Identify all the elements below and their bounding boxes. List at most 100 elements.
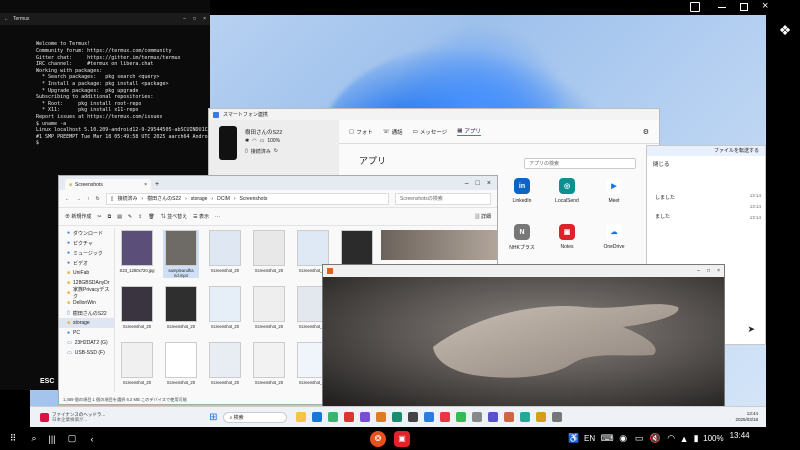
taskbar-app-icon[interactable] — [360, 412, 371, 422]
minimize-icon[interactable]: – — [697, 268, 700, 274]
maximize-icon[interactable]: □ — [707, 268, 710, 274]
refresh-icon[interactable]: ↻ — [96, 196, 100, 202]
wifi-icon[interactable]: ◠ — [665, 433, 677, 444]
minimize-icon[interactable]: – — [465, 180, 469, 187]
send-icon[interactable]: ➤ — [747, 324, 755, 335]
sidebar-item[interactable]: ● ピクチャ — [59, 238, 114, 248]
settings-icon[interactable]: ⚙ — [643, 128, 649, 136]
close-icon[interactable]: × — [144, 182, 147, 188]
sidebar-item[interactable]: ▯ 樹田さんのS22 — [59, 308, 114, 318]
copy-icon[interactable]: ⧉ — [108, 214, 112, 220]
app-tile[interactable]: in LinkedIn — [504, 178, 540, 204]
more-icon[interactable]: ··· — [215, 214, 220, 220]
share-icon[interactable]: ⇪ — [138, 214, 142, 220]
rename-icon[interactable]: ✎ — [128, 214, 132, 220]
taskbar-search-input[interactable]: ⌕ 検索 — [223, 411, 288, 423]
chat-close-label[interactable]: 閉じる — [647, 156, 765, 172]
taskbar-app-icon[interactable] — [296, 412, 307, 422]
file-item[interactable]: Screenshot_20 — [251, 342, 287, 385]
taskbar-app-icon[interactable] — [424, 412, 435, 422]
back-icon[interactable]: ← — [65, 196, 70, 202]
delete-icon[interactable]: 🗑 — [148, 214, 154, 220]
sidebar-item[interactable]: ■ UniFab — [59, 268, 114, 278]
taskbar-app-icon[interactable] — [504, 412, 515, 422]
app-tile[interactable]: ☁ OneDrive — [596, 224, 632, 250]
clock[interactable]: 13:44 — [730, 431, 750, 440]
sidebar-item[interactable]: ▭ USB-SSD (F) — [59, 348, 114, 358]
taskbar-app-icon[interactable] — [376, 412, 387, 422]
back-icon[interactable]: ‹ — [86, 434, 98, 444]
terminal-output[interactable]: Welcome to Termux! Community forum: https… — [0, 38, 210, 147]
new-tab-icon[interactable]: + — [155, 181, 159, 188]
view-button[interactable]: ☰ 表示 — [193, 213, 209, 220]
bear-app-icon[interactable]: ❂ — [370, 430, 386, 447]
tab-apps[interactable]: ▦ アプリ — [457, 127, 481, 136]
esc-key[interactable]: ESC — [40, 378, 54, 385]
file-item[interactable]: Screenshot_20 — [251, 230, 287, 273]
breadcrumb-item[interactable]: Screenshots — [240, 196, 268, 202]
file-item[interactable]: Screenshot_20 — [207, 342, 243, 385]
new-button[interactable]: ⊕ 新規作成 — [65, 213, 91, 220]
close-icon[interactable]: × — [487, 180, 491, 187]
sidebar-item[interactable]: ● ダウンロード — [59, 228, 114, 238]
taskbar-app-icon[interactable] — [536, 412, 547, 422]
apps-grid-icon[interactable]: ⠿ — [6, 433, 20, 444]
app-search-input[interactable]: アプリの検索 — [524, 158, 636, 169]
search-icon[interactable]: ⌕ — [28, 433, 40, 444]
close-icon[interactable]: × — [717, 268, 720, 274]
file-item[interactable]: sampleandha nd.mp4 — [163, 230, 199, 278]
breadcrumb-item[interactable]: 樹田さんのS22 — [147, 195, 181, 202]
taskbar-app-icon[interactable] — [472, 412, 483, 422]
breadcrumb-item[interactable]: DCIM — [217, 196, 230, 202]
app-tile[interactable]: N NHKプラス — [504, 224, 540, 251]
video-titlebar[interactable]: – □ × — [323, 265, 724, 277]
maximize-icon[interactable]: □ — [193, 16, 196, 23]
maximize-icon[interactable]: □ — [476, 180, 480, 187]
file-item[interactable]: Screenshot_20 — [119, 342, 155, 385]
screen-record-icon[interactable]: ◉ — [617, 433, 629, 444]
file-item[interactable]: Screenshot_20 — [207, 286, 243, 329]
taskbar-app-icon[interactable] — [440, 412, 451, 422]
breadcrumb-item[interactable]: storage — [191, 196, 208, 202]
cast-icon[interactable]: ▭ — [633, 433, 645, 444]
app-tile[interactable]: ▶ Meet — [596, 178, 632, 204]
video-frame[interactable] — [323, 277, 725, 409]
file-item[interactable]: Screenshot_20 — [163, 286, 199, 329]
breadcrumb-item[interactable]: 接続済み — [117, 195, 137, 202]
news-widget-icon[interactable] — [40, 412, 49, 422]
file-item[interactable]: Screenshot_20 — [119, 286, 155, 329]
keyboard-icon[interactable]: ⌨ — [601, 433, 614, 444]
taskbar-app-icon[interactable] — [552, 412, 563, 422]
sidebar-item[interactable]: ■ storage — [59, 318, 114, 328]
taskbar-clock[interactable]: 13:44 2025/03/18 — [735, 411, 758, 423]
taskbar-app-icon[interactable] — [456, 412, 467, 422]
sort-button[interactable]: ⇅ 並べ替え — [161, 213, 187, 220]
taskbar-app-icon[interactable] — [488, 412, 499, 422]
sidebar-item[interactable]: ■ 家族Privacyデスク — [59, 287, 114, 300]
up-icon[interactable]: ↑ — [87, 196, 90, 202]
maximize-icon[interactable] — [740, 3, 748, 11]
sidebar-item[interactable]: ● PC — [59, 328, 114, 338]
dex-logo-icon[interactable]: ❖ — [776, 22, 794, 40]
accessibility-icon[interactable]: ♿ — [568, 433, 580, 444]
start-icon[interactable]: ⊞ — [209, 412, 217, 423]
minimize-icon[interactable]: – — [183, 16, 186, 23]
back-icon[interactable]: ← — [4, 16, 9, 23]
breadcrumb[interactable]: ▯ 接続済み › 樹田さんのS22 › storage › DCIM › Screens… — [105, 192, 389, 205]
close-icon[interactable]: × — [762, 0, 768, 12]
tab-calls[interactable]: ☏ 通話 — [383, 128, 403, 136]
details-button[interactable]: ▥ 詳細 — [475, 213, 491, 220]
recents-icon[interactable]: ||| — [46, 434, 58, 444]
file-item[interactable]: Screenshot_20 — [251, 286, 287, 329]
tab-messages[interactable]: ▭ メッセージ — [413, 128, 448, 136]
news-widget[interactable]: ファイナンスのヘッドラ... 日本企業株価が... — [52, 412, 105, 423]
paste-icon[interactable]: ▤ — [117, 214, 122, 220]
taskbar-app-icon[interactable] — [392, 412, 403, 422]
termux-titlebar[interactable]: ← Termux – □ × — [0, 13, 210, 26]
minimize-icon[interactable] — [718, 7, 726, 8]
search-input[interactable]: Screenshotsの検索 — [395, 192, 491, 205]
app-tile[interactable]: ◎ LocalSend — [549, 178, 585, 204]
taskbar-app-icon[interactable] — [312, 412, 323, 422]
tab-photos[interactable]: ▢ フォト — [349, 128, 373, 136]
forward-icon[interactable]: → — [76, 196, 81, 202]
